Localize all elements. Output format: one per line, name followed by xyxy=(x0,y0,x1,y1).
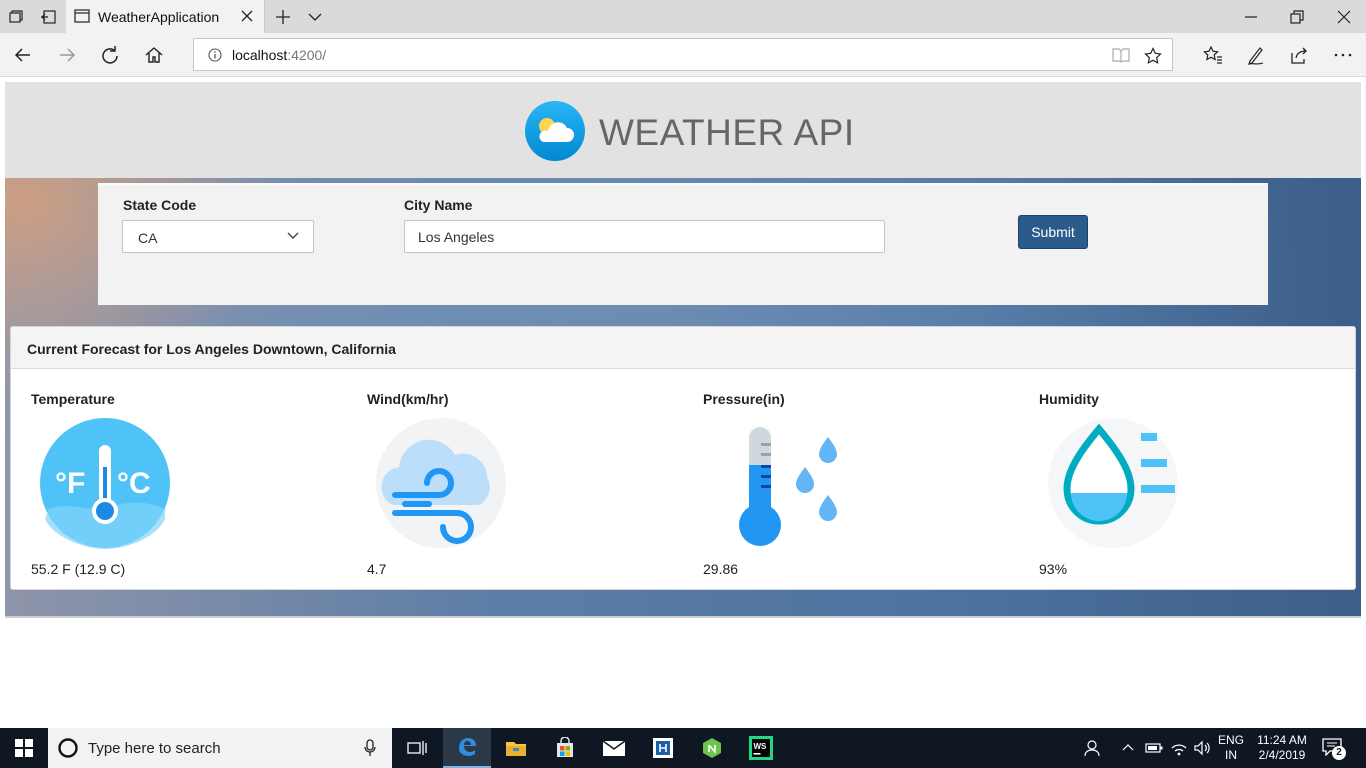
action-center-button[interactable]: 2 xyxy=(1322,738,1348,760)
cortana-circle-icon xyxy=(58,738,78,758)
temperature-metric: Temperature °F °C 55.2 F (12.9 C) xyxy=(31,369,331,589)
wind-cloud-icon xyxy=(376,418,506,548)
web-note-pen-icon[interactable] xyxy=(1246,45,1266,65)
tab-list-chevron-icon[interactable] xyxy=(305,7,325,27)
task-view-icon xyxy=(407,741,427,755)
close-window-icon[interactable] xyxy=(1336,9,1352,25)
url-host: localhost xyxy=(232,47,288,63)
back-icon[interactable] xyxy=(13,45,33,65)
tab-title: WeatherApplication xyxy=(98,9,220,25)
system-clock[interactable]: 11:24 AM 2/4/2019 xyxy=(1250,733,1314,763)
tab-preview-icon[interactable] xyxy=(6,7,26,27)
taskbar-search-placeholder: Type here to search xyxy=(88,740,221,757)
favorites-hub-icon[interactable] xyxy=(1203,45,1223,65)
region-code: IN xyxy=(1225,748,1237,762)
language-code: ENG xyxy=(1217,733,1244,747)
webstorm-taskbar-button[interactable]: WS xyxy=(737,728,785,768)
close-tab-icon[interactable] xyxy=(240,9,254,23)
show-hidden-icons-chevron-icon[interactable] xyxy=(1122,743,1134,751)
city-name-input[interactable] xyxy=(404,220,885,253)
browser-tab[interactable]: WeatherApplication xyxy=(66,0,265,33)
edge-browser-icon xyxy=(459,738,476,756)
more-options-icon[interactable] xyxy=(1333,45,1353,65)
store-taskbar-button[interactable] xyxy=(541,728,589,768)
address-bar[interactable]: localhost:4200/ xyxy=(193,38,1173,71)
svg-text:°F: °F xyxy=(55,467,85,500)
node-taskbar-button[interactable] xyxy=(688,728,736,768)
volume-icon[interactable] xyxy=(1193,739,1211,757)
state-code-select[interactable]: CA xyxy=(122,220,314,253)
home-icon[interactable] xyxy=(144,45,164,65)
app-header: WEATHER API xyxy=(5,82,1361,178)
chevron-down-icon xyxy=(287,232,299,239)
windows-taskbar: Type here to search WS ENG IN 11:24 AM 2… xyxy=(0,728,1366,768)
store-bag-icon xyxy=(557,737,573,757)
humidity-value: 93% xyxy=(1039,561,1068,577)
weather-app: WEATHER API State Code CA City Name Subm… xyxy=(5,82,1361,618)
app-taskbar-button-1[interactable] xyxy=(639,728,687,768)
humidity-drop-icon xyxy=(1048,418,1178,548)
state-code-label: State Code xyxy=(123,197,197,213)
pressure-label: Pressure(in) xyxy=(703,391,785,407)
taskbar-search-box[interactable]: Type here to search xyxy=(48,728,392,768)
wind-value: 4.7 xyxy=(367,561,387,577)
favorite-star-icon[interactable] xyxy=(1144,47,1162,65)
input-language-indicator[interactable]: ENG IN xyxy=(1216,733,1246,763)
page-viewport: WEATHER API State Code CA City Name Subm… xyxy=(0,78,1366,728)
thermometer-fahrenheit-celsius-icon: °F °C xyxy=(40,418,170,549)
clock-time: 11:24 AM xyxy=(1257,733,1307,747)
svg-text:°C: °C xyxy=(117,467,151,500)
forward-icon[interactable] xyxy=(57,45,77,65)
humidity-metric: Humidity 93% xyxy=(1039,369,1339,589)
minimize-icon[interactable] xyxy=(1243,9,1259,25)
microphone-icon[interactable] xyxy=(364,739,376,757)
wind-metric: Wind(km/hr) 4.7 xyxy=(367,369,667,589)
webstorm-icon: WS xyxy=(749,736,773,760)
refresh-icon[interactable] xyxy=(100,45,120,65)
new-tab-icon[interactable] xyxy=(273,7,293,27)
svg-text:WS: WS xyxy=(754,742,768,751)
page-icon xyxy=(74,9,90,23)
reading-view-icon[interactable] xyxy=(1112,47,1130,63)
forecast-title: Current Forecast for Los Angeles Downtow… xyxy=(27,341,396,357)
file-explorer-taskbar-button[interactable] xyxy=(492,728,540,768)
mail-taskbar-button[interactable] xyxy=(590,728,638,768)
url-text: localhost:4200/ xyxy=(232,47,326,63)
city-name-label: City Name xyxy=(404,197,473,213)
temperature-label: Temperature xyxy=(31,391,115,407)
weather-logo-icon xyxy=(525,101,585,161)
forecast-card: Current Forecast for Los Angeles Downtow… xyxy=(10,326,1356,590)
nodejs-hexagon-icon xyxy=(703,738,721,758)
battery-icon[interactable] xyxy=(1145,742,1163,754)
site-info-icon[interactable] xyxy=(208,48,222,62)
clock-date: 2/4/2019 xyxy=(1258,748,1306,762)
state-code-value: CA xyxy=(138,230,158,246)
temperature-value: 55.2 F (12.9 C) xyxy=(31,561,126,577)
wind-label: Wind(km/hr) xyxy=(367,391,449,407)
browser-toolbar: localhost:4200/ xyxy=(0,33,1366,77)
humidity-label: Humidity xyxy=(1039,391,1099,407)
edge-taskbar-button[interactable] xyxy=(443,728,491,768)
app-title: WEATHER API xyxy=(599,112,855,153)
people-icon[interactable] xyxy=(1084,739,1102,757)
wifi-icon[interactable] xyxy=(1170,739,1188,757)
notification-count-badge: 2 xyxy=(1332,746,1346,760)
mail-envelope-icon xyxy=(602,740,626,756)
forecast-header: Current Forecast for Los Angeles Downtow… xyxy=(11,327,1355,369)
windows-logo-icon xyxy=(15,739,33,757)
browser-tab-bar: WeatherApplication xyxy=(0,0,1366,33)
folder-icon xyxy=(506,742,526,756)
url-port: :4200/ xyxy=(287,47,327,63)
share-icon[interactable] xyxy=(1289,45,1309,65)
restore-icon[interactable] xyxy=(1289,9,1305,25)
set-tabs-aside-icon[interactable] xyxy=(38,7,58,27)
start-button[interactable] xyxy=(0,728,48,768)
task-view-button[interactable] xyxy=(393,728,441,768)
search-form: State Code CA City Name Submit xyxy=(98,183,1268,305)
pressure-metric: Pressure(in) 29.86 xyxy=(703,369,1003,589)
remote-app-icon xyxy=(653,738,673,758)
submit-button[interactable]: Submit xyxy=(1018,215,1088,249)
pressure-value: 29.86 xyxy=(703,561,739,577)
pressure-thermometer-drops-icon xyxy=(739,427,837,546)
